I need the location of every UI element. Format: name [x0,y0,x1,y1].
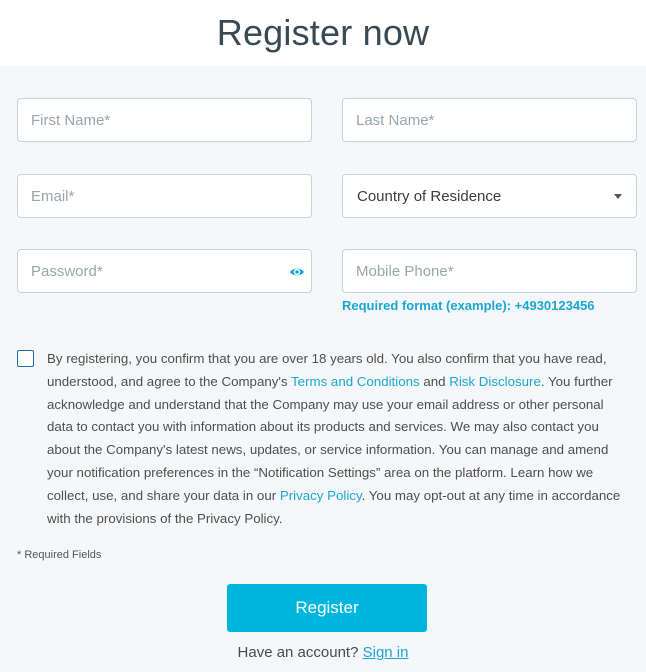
signin-prompt: Have an account? Sign in [0,644,646,661]
register-button[interactable]: Register [227,584,427,632]
page-header: Register now [0,0,646,66]
consent-checkbox[interactable] [17,350,34,367]
caret-down-icon [614,194,622,199]
risk-disclosure-link[interactable]: Risk Disclosure [449,374,541,389]
email-field[interactable] [17,174,312,218]
email-input[interactable] [18,175,311,217]
first-name-field[interactable] [17,98,312,142]
eye-icon[interactable] [289,264,305,280]
phone-format-hint: Required format (example): +4930123456 [342,298,595,313]
consent-text-part: . You further acknowledge and understand… [47,373,613,503]
password-input[interactable] [18,250,311,292]
page-title: Register now [216,12,430,53]
consent-text: By registering, you confirm that you are… [47,348,631,530]
country-select[interactable]: Country of Residence [342,174,637,218]
required-fields-note: * Required Fields [17,549,102,561]
country-select-value: Country of Residence [357,188,502,205]
privacy-policy-link[interactable]: Privacy Policy [280,488,362,503]
last-name-field[interactable] [342,98,637,142]
mobile-phone-input[interactable] [343,250,636,292]
signin-link[interactable]: Sign in [363,644,409,661]
mobile-phone-field[interactable] [342,249,637,293]
password-field[interactable] [17,249,312,293]
signin-prompt-text: Have an account? [237,644,363,661]
last-name-input[interactable] [343,99,636,141]
first-name-input[interactable] [18,99,311,141]
consent-text-part: and [419,373,450,389]
terms-link[interactable]: Terms and Conditions [291,374,420,389]
